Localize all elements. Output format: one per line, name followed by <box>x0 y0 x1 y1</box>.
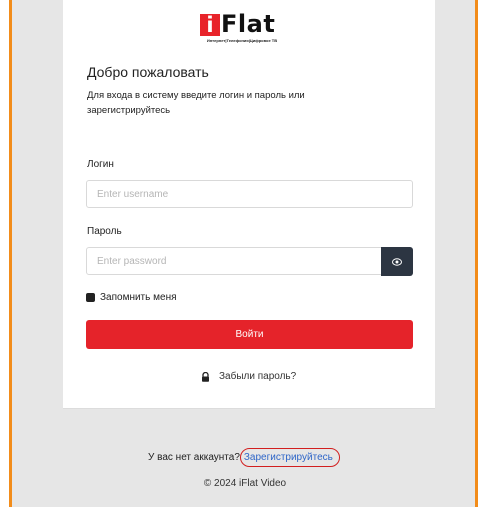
left-border <box>0 0 12 507</box>
logo-wordmark: Flat <box>221 10 276 38</box>
forgot-password-label: Забыли пароль? <box>219 371 297 382</box>
show-password-button[interactable] <box>381 247 413 276</box>
lock-icon <box>201 371 210 382</box>
eye-icon <box>392 253 402 271</box>
password-input[interactable] <box>86 247 382 275</box>
browser-frame: i Flat Интернет|Телефония|Цифровое ТВ До… <box>0 0 490 507</box>
right-border <box>475 0 490 507</box>
iflat-logo: i Flat Интернет|Телефония|Цифровое ТВ <box>200 10 284 46</box>
copyright-text: © 2024 iFlat Video <box>203 478 287 489</box>
register-link[interactable]: Зарегистрируйтесь <box>239 448 340 467</box>
remember-checkbox[interactable] <box>86 293 95 302</box>
remember-label: Запомнить меня <box>100 292 177 303</box>
login-label: Логин <box>87 159 114 170</box>
forgot-password-link[interactable]: Забыли пароль? <box>201 371 296 382</box>
welcome-title: Добро пожаловать <box>87 64 209 80</box>
password-label: Пароль <box>87 226 122 237</box>
logo-letter: i <box>200 14 220 36</box>
login-subtitle: Для входа в систему введите логин и паро… <box>87 90 305 116</box>
remember-me[interactable]: Запомнить меня <box>86 292 177 303</box>
username-input[interactable] <box>86 180 413 208</box>
no-account-text: У вас нет аккаунта? <box>148 452 240 463</box>
login-button[interactable]: Войти <box>86 320 413 349</box>
logo-tagline: Интернет|Телефония|Цифровое ТВ <box>206 38 278 43</box>
no-account-line: У вас нет аккаунта? Зарегистрируйтесь <box>148 448 340 467</box>
